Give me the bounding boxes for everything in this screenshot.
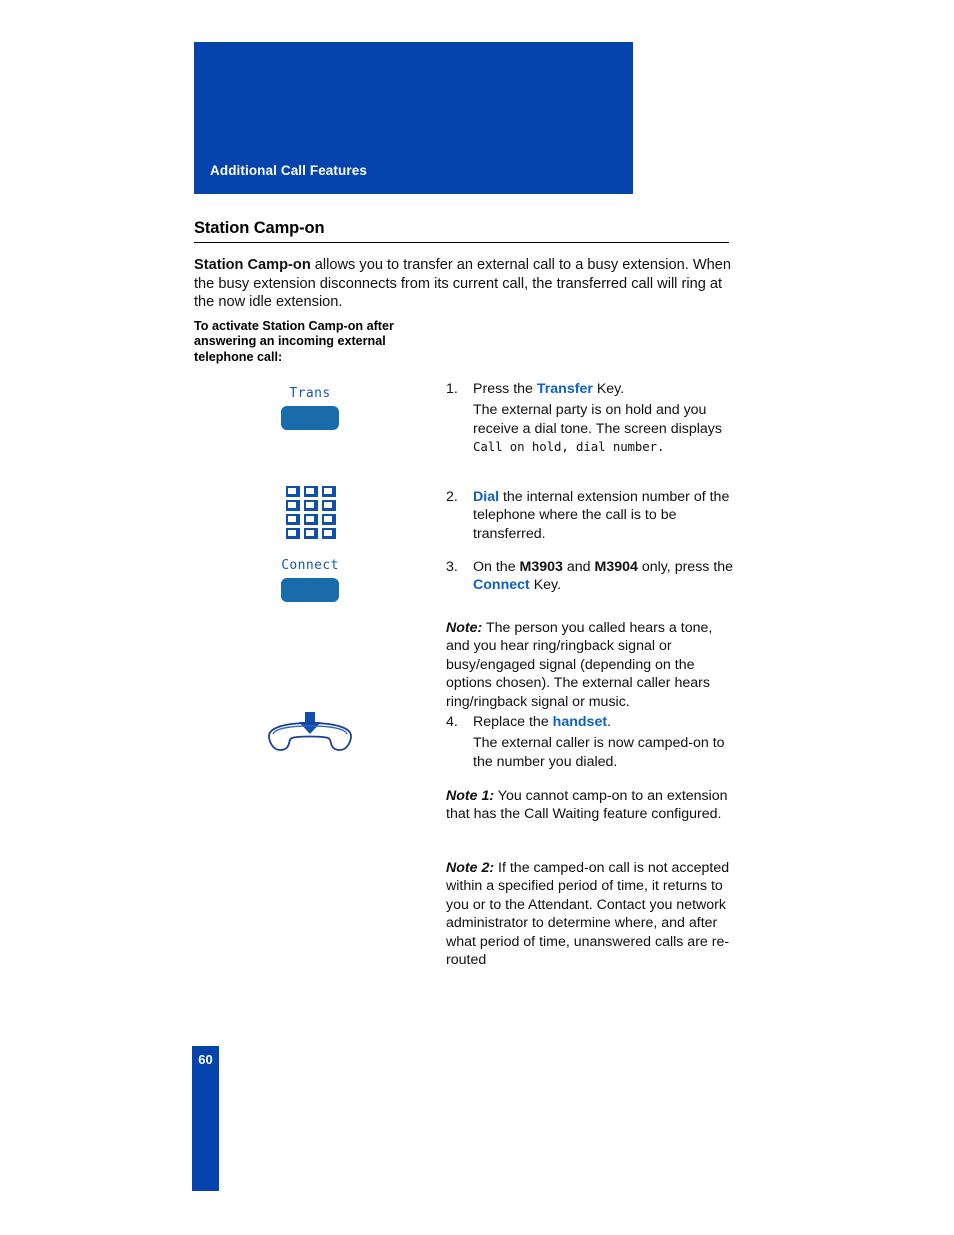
step-1-main: 1. Press the Transfer Key. — [446, 380, 734, 398]
page-number-tab: 60 — [192, 1046, 219, 1191]
step-3-lead: On the — [473, 559, 520, 575]
step-1-number: 1. — [446, 381, 458, 397]
note-2-text: If the camped-on call is not accepted wi… — [446, 860, 730, 969]
step-1: 1. Press the Transfer Key. The external … — [446, 380, 734, 457]
dialpad-key — [322, 528, 336, 539]
screen-display-text: Call on hold, dial number. — [473, 439, 665, 455]
dialpad-key — [286, 486, 300, 497]
step-2-text: Dial the internal extension number of th… — [473, 488, 734, 543]
dialpad-key — [286, 514, 300, 525]
replace-handset-icon — [268, 712, 352, 751]
note-2-label: Note 2: — [446, 860, 495, 876]
step-1-description: The external party is on hold and you re… — [473, 401, 734, 456]
connect-key-term[interactable]: Connect — [473, 577, 530, 593]
step-2-main: 2. Dial the internal extension number of… — [446, 488, 734, 543]
dial-term[interactable]: Dial — [473, 489, 499, 505]
transfer-key-button[interactable] — [281, 406, 339, 430]
step-4-text: Replace the handset. — [473, 713, 734, 731]
dialpad-illustration — [286, 486, 336, 539]
step-2: 2. Dial the internal extension number of… — [446, 488, 734, 543]
dialpad-key — [304, 486, 318, 497]
connect-key-illustration: Connect — [250, 558, 370, 602]
note-1-label: Note 1: — [446, 788, 495, 804]
dialpad-key — [322, 486, 336, 497]
page-title: Station Camp-on — [194, 219, 325, 237]
dialpad-key — [304, 500, 318, 511]
step-1-tail: Key. — [592, 381, 625, 397]
note-after-step-3: Note: The person you called hears a tone… — [446, 619, 734, 711]
handset-term[interactable]: handset — [553, 714, 607, 730]
header-band-title: Additional Call Features — [210, 163, 367, 178]
step-1-text: Press the Transfer Key. — [473, 380, 734, 398]
step-4: 4. Replace the handset. The external cal… — [446, 713, 734, 771]
step-3-text: On the M3903 and M3904 only, press the C… — [473, 558, 734, 595]
model-m3904: M3904 — [594, 559, 638, 575]
step-2-number: 2. — [446, 489, 458, 505]
step-3-tail3: Key. — [529, 577, 562, 594]
note-1: Note 1: You cannot camp-on to an extensi… — [446, 787, 734, 824]
step-1-sub-text: The external party is on hold and you re… — [473, 402, 722, 437]
step-4-number: 4. — [446, 714, 458, 730]
section-heading-container: Station Camp-on — [194, 219, 729, 244]
dialpad-key — [304, 528, 318, 539]
step-3: 3. On the M3903 and M3904 only, press th… — [446, 558, 734, 595]
step-4-lead: Replace the — [473, 714, 553, 730]
page-number: 60 — [198, 1052, 213, 1067]
connect-key-button[interactable] — [281, 578, 339, 602]
step-4-main: 4. Replace the handset. — [446, 713, 734, 731]
step-4-description: The external caller is now camped-on to … — [473, 735, 725, 770]
dialpad-key — [322, 514, 336, 525]
step-2-tail: the internal extension number of the tel… — [473, 489, 730, 542]
handset-illustration — [264, 710, 356, 756]
dialpad-key — [304, 514, 318, 525]
dialpad-key — [286, 500, 300, 511]
transfer-key-illustration: Trans — [250, 386, 370, 430]
step-4-tail: . — [607, 714, 612, 730]
step-3-mid: and — [562, 559, 595, 575]
model-m3903: M3903 — [519, 559, 563, 575]
step-1-lead: Press the — [473, 381, 537, 397]
dialpad-key — [286, 528, 300, 539]
step-3-main: 3. On the M3903 and M3904 only, press th… — [446, 558, 734, 595]
connect-key-label: Connect — [281, 558, 339, 573]
procedure-lead-in: To activate Station Camp-on after answer… — [194, 319, 394, 364]
note-text: The person you called hears a tone, and … — [446, 620, 713, 710]
note-label: Note: — [446, 620, 483, 636]
transfer-key-term[interactable]: Transfer — [537, 381, 593, 397]
note-2: Note 2: If the camped-on call is not acc… — [446, 859, 738, 969]
dialpad-icon[interactable] — [286, 486, 336, 539]
intro-paragraph: Station Camp-on allows you to transfer a… — [194, 256, 732, 312]
step-3-tail2: only, press the — [637, 559, 734, 575]
step-3-number: 3. — [446, 559, 458, 575]
header-band: Additional Call Features — [194, 42, 633, 194]
heading-divider — [194, 242, 729, 244]
transfer-key-label: Trans — [289, 386, 331, 401]
intro-bold-term: Station Camp-on — [194, 257, 311, 273]
dialpad-key — [322, 500, 336, 511]
